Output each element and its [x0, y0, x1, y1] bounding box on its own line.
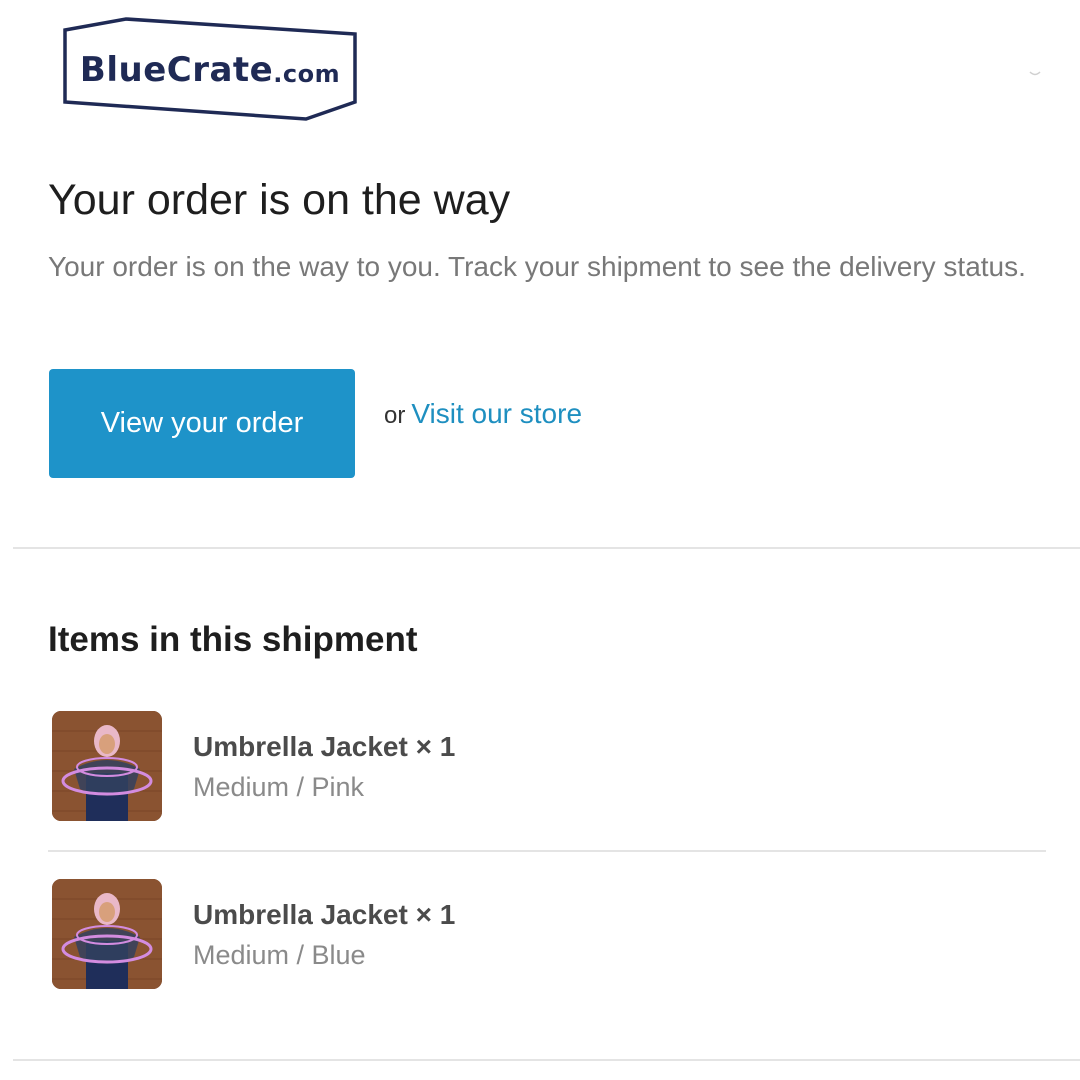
item-variant: Medium / Pink [193, 772, 365, 802]
corner-mark-icon [1029, 71, 1041, 76]
product-image [52, 711, 162, 821]
brand-logo[interactable]: BlueCrate .com [62, 16, 358, 122]
product-thumbnail [52, 711, 162, 821]
product-thumbnail [52, 879, 162, 989]
logo-suffix: .com [273, 60, 341, 88]
section-divider [13, 1059, 1080, 1061]
item-divider [48, 850, 1046, 852]
status-description: Your order is on the way to you. Track y… [48, 251, 1026, 282]
view-order-button[interactable]: View your order [49, 369, 355, 478]
item-title: Umbrella Jacket × 1 [193, 899, 456, 930]
logo-name: BlueCrate [79, 50, 274, 90]
shipment-heading: Items in this shipment [48, 620, 418, 659]
product-image [52, 879, 162, 989]
item-title: Umbrella Jacket × 1 [193, 731, 456, 762]
section-divider [13, 547, 1080, 549]
logo-wordmark: BlueCrate .com [62, 16, 358, 122]
list-item[interactable]: Umbrella Jacket × 1 Medium / Blue [52, 879, 1047, 989]
list-item[interactable]: Umbrella Jacket × 1 Medium / Pink [52, 711, 1047, 821]
item-variant: Medium / Blue [193, 940, 366, 970]
or-label: or [384, 402, 406, 429]
secondary-action: or Visit our store [384, 398, 582, 430]
visit-store-link[interactable]: Visit our store [411, 398, 582, 429]
page-title: Your order is on the way [48, 176, 511, 224]
